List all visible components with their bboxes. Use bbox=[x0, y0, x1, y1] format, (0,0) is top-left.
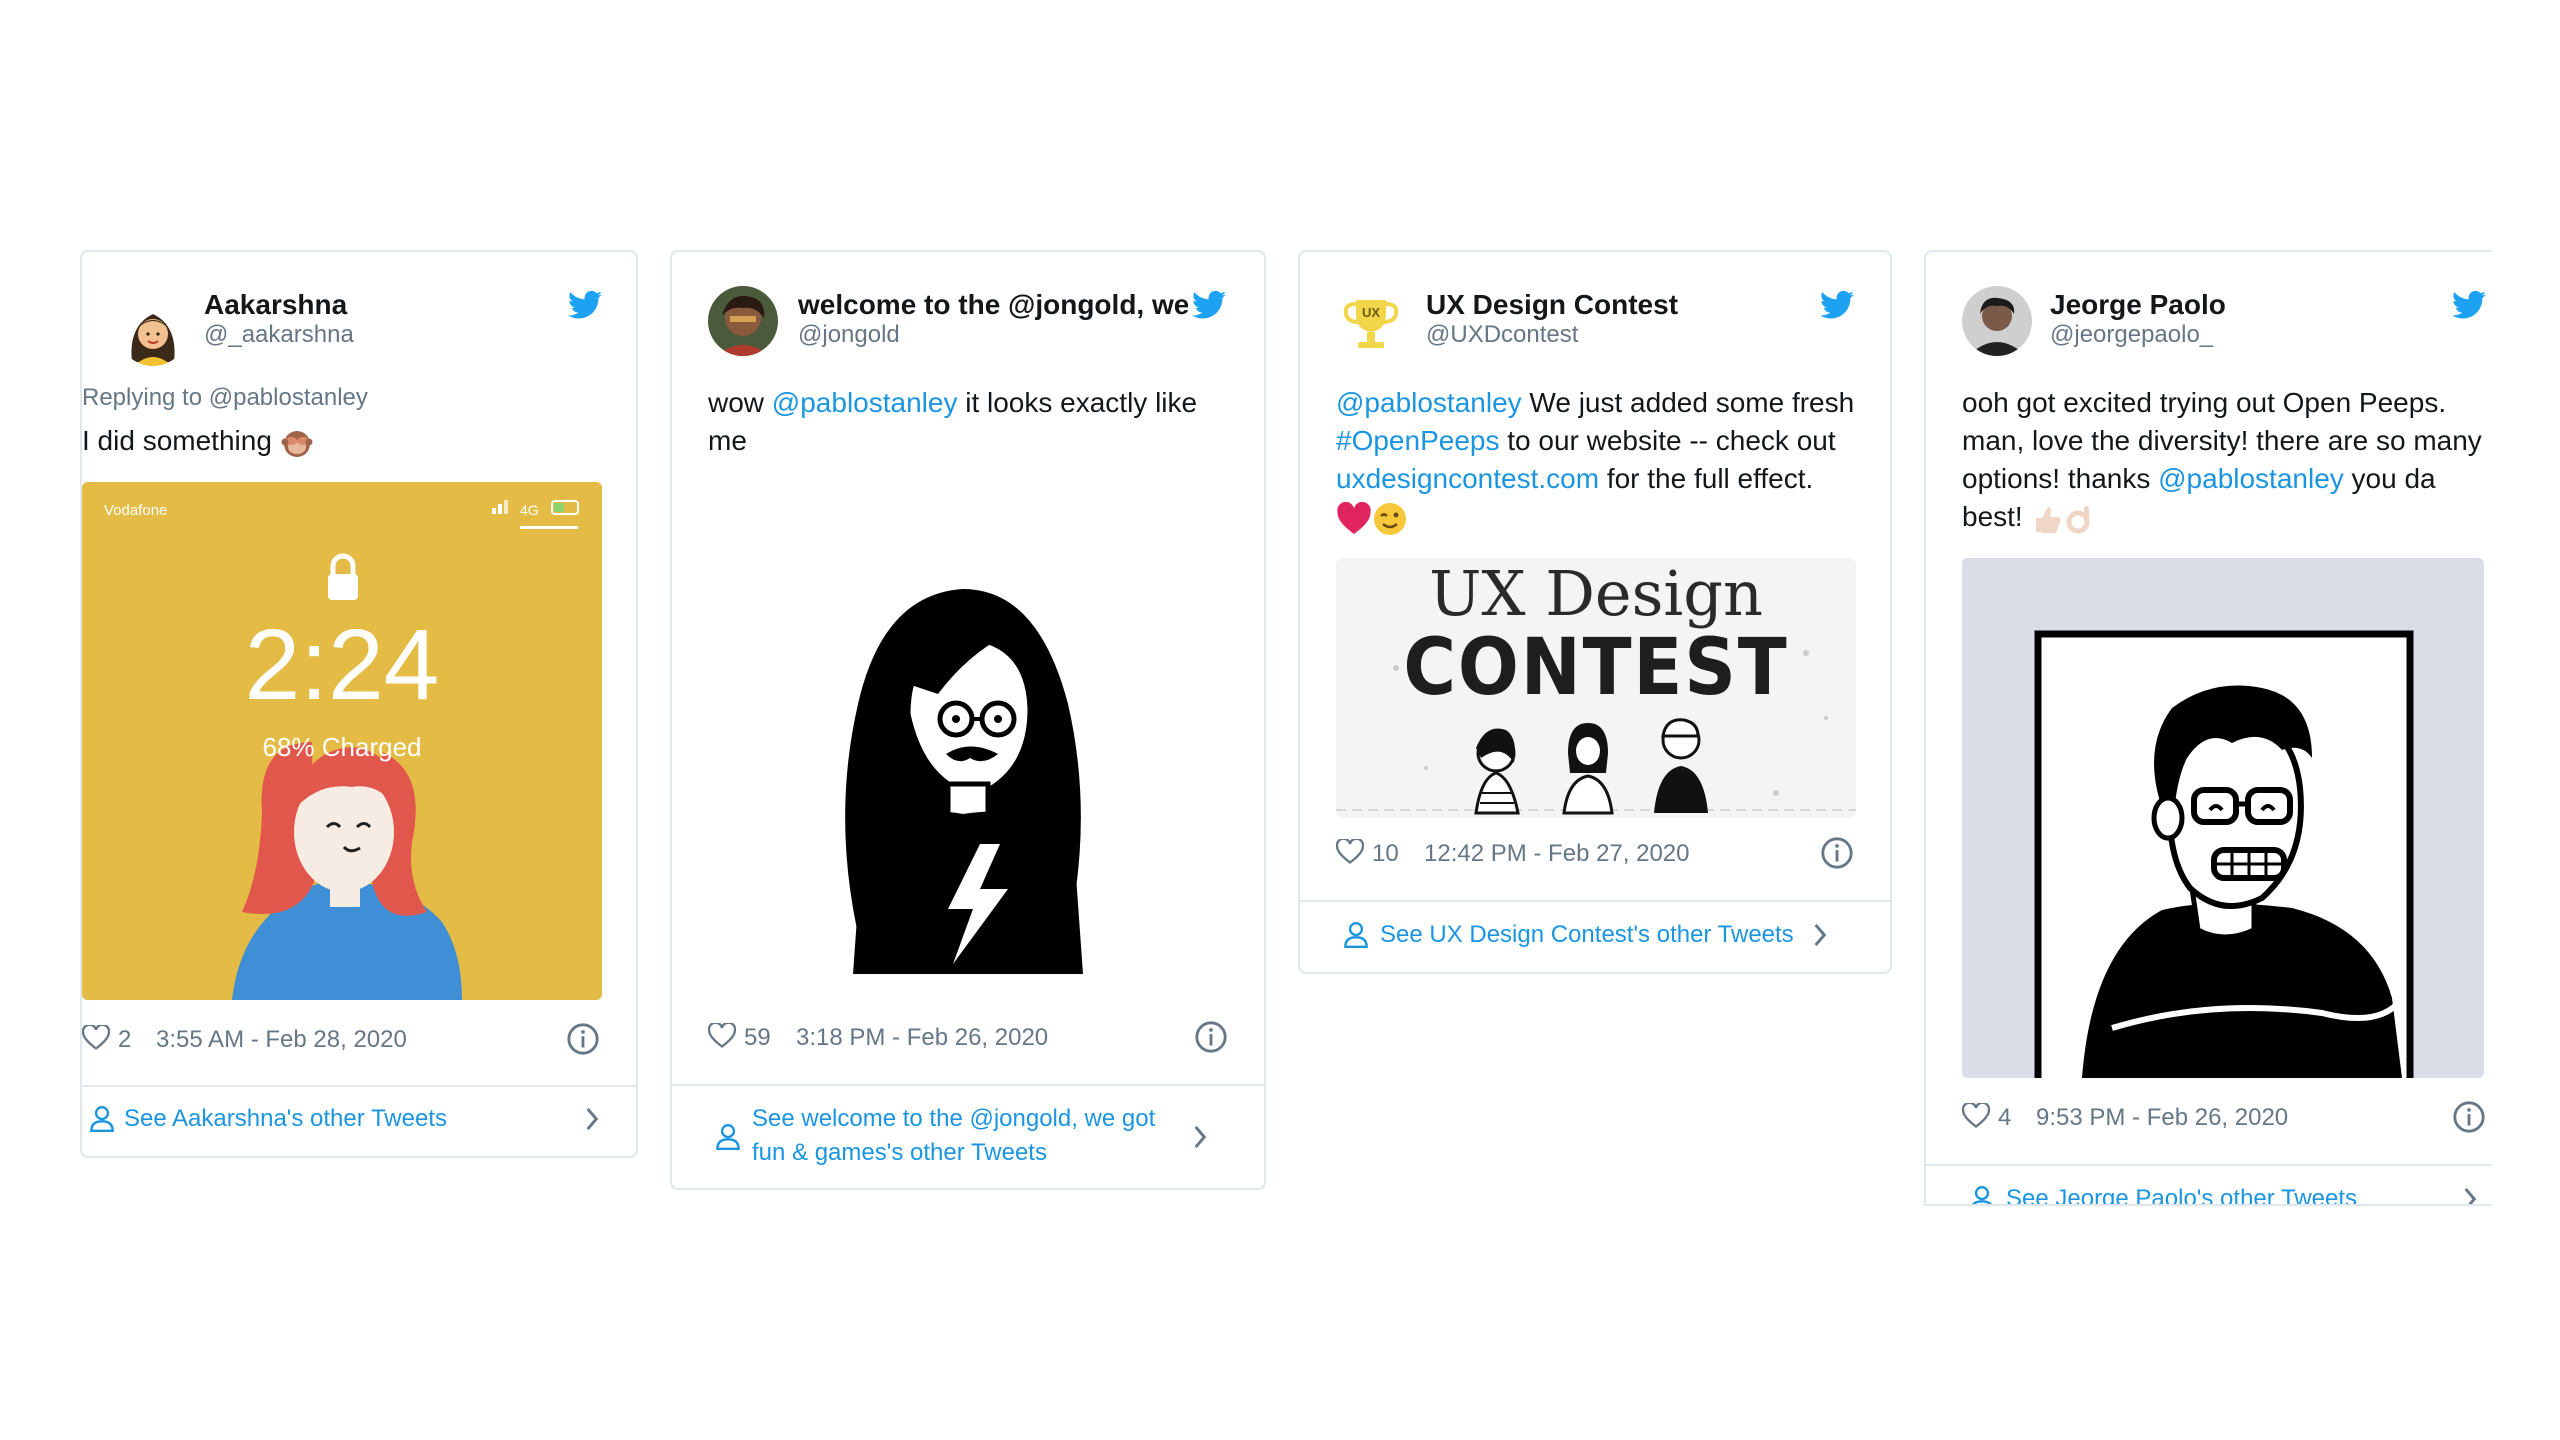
divider bbox=[1300, 900, 1890, 902]
tweet-header: Aakarshna @_aakarshna bbox=[82, 252, 636, 382]
network-label: 4G bbox=[520, 502, 539, 518]
see-other-tweets-label[interactable]: See Jeorge Paolo's other Tweets bbox=[2006, 1182, 2426, 1204]
like-count[interactable]: 2 bbox=[118, 1026, 131, 1054]
display-name[interactable]: welcome to the @jongold, we bbox=[798, 288, 1188, 322]
see-no-evil-monkey-emoji bbox=[281, 430, 313, 457]
display-name[interactable]: UX Design Contest bbox=[1426, 288, 1808, 322]
mention-link[interactable]: @pablostanley bbox=[2158, 463, 2344, 494]
tweet-card-aakarshna: Aakarshna @_aakarshna Replying to @pablo… bbox=[80, 250, 638, 1158]
banner-title-line2: CONTEST bbox=[1403, 623, 1789, 713]
mention-link[interactable]: @pablostanley bbox=[1336, 387, 1522, 418]
tweet-media-portrait[interactable] bbox=[1962, 558, 2484, 1078]
hashtag-link[interactable]: #OpenPeeps bbox=[1336, 425, 1499, 456]
chevron-right-icon[interactable] bbox=[2462, 1186, 2478, 1206]
avatar-label: UX bbox=[1361, 305, 1381, 320]
see-other-tweets-label[interactable]: See welcome to the @jongold, we got fun … bbox=[752, 1102, 1158, 1170]
timestamp[interactable]: 9:53 PM - Feb 26, 2020 bbox=[2036, 1104, 2288, 1132]
ok-hand-emoji bbox=[2066, 505, 2090, 534]
tweet-text-part: for the full effect. bbox=[1599, 463, 1814, 494]
heart-icon[interactable] bbox=[1962, 1103, 1990, 1129]
replying-to[interactable]: Replying to @pablostanley bbox=[82, 384, 368, 412]
info-icon[interactable] bbox=[1194, 1020, 1228, 1054]
carrier-label: Vodafone bbox=[104, 502, 168, 519]
info-icon[interactable] bbox=[566, 1022, 600, 1056]
tweet-text: ooh got excited trying out Open Peeps. m… bbox=[1962, 384, 2486, 536]
tweet-meta: 59 3:18 PM - Feb 26, 2020 bbox=[708, 1020, 1228, 1054]
tweet-text-part: to our website -- check out bbox=[1499, 425, 1836, 456]
info-icon[interactable] bbox=[1820, 836, 1854, 870]
like-count[interactable]: 59 bbox=[744, 1024, 771, 1052]
person-icon bbox=[1972, 1186, 1992, 1204]
tweet-media-lockscreen[interactable]: Vodafone 4G 2:24 68% Charged bbox=[82, 482, 602, 1000]
person-icon bbox=[1344, 922, 1368, 948]
tweet-text-part: wow bbox=[708, 387, 772, 418]
info-icon[interactable] bbox=[2452, 1100, 2486, 1134]
mention-link[interactable]: @pablostanley bbox=[772, 387, 958, 418]
avatar[interactable]: UX bbox=[1336, 286, 1406, 356]
user-handle[interactable]: @jeorgepaolo_ bbox=[2050, 320, 2213, 350]
tweet-meta: 2 3:55 AM - Feb 28, 2020 bbox=[82, 1022, 600, 1056]
see-other-tweets-label[interactable]: See Aakarshna's other Tweets bbox=[124, 1102, 540, 1136]
chevron-right-icon[interactable] bbox=[1192, 1124, 1208, 1150]
tweet-card-jongold: welcome to the @jongold, we @jongold wow… bbox=[670, 250, 1266, 1190]
lockscreen-time: 2:24 bbox=[244, 609, 440, 721]
thumbs-up-emoji bbox=[2036, 506, 2061, 533]
red-heart-emoji bbox=[1337, 501, 1371, 534]
like-count[interactable]: 10 bbox=[1372, 840, 1399, 868]
person-icon bbox=[90, 1106, 114, 1132]
display-name[interactable]: Jeorge Paolo bbox=[2050, 288, 2410, 322]
see-other-tweets-label[interactable]: See UX Design Contest's other Tweets bbox=[1380, 918, 1794, 952]
twitter-bird-icon[interactable] bbox=[1820, 290, 1854, 320]
tweet-text: wow @pablostanley it looks exactly like … bbox=[708, 384, 1228, 460]
avatar[interactable] bbox=[708, 286, 778, 356]
user-handle[interactable]: @UXDcontest bbox=[1426, 320, 1578, 350]
twitter-bird-icon[interactable] bbox=[1192, 290, 1226, 320]
timestamp[interactable]: 3:55 AM - Feb 28, 2020 bbox=[156, 1026, 407, 1054]
user-handle[interactable]: @jongold bbox=[798, 320, 900, 350]
tweet-media-peep[interactable] bbox=[708, 534, 1228, 984]
timestamp[interactable]: 3:18 PM - Feb 26, 2020 bbox=[796, 1024, 1048, 1052]
heart-icon[interactable] bbox=[82, 1025, 110, 1051]
tweet-card-jeorgepaolo: Jeorge Paolo @jeorgepaolo_ ooh got excit… bbox=[1924, 250, 2492, 1206]
tweet-header: UX UX Design Contest @UXDcontest bbox=[1300, 252, 1890, 382]
twitter-bird-icon[interactable] bbox=[568, 290, 602, 320]
person-icon bbox=[716, 1124, 740, 1150]
battery-charge-text: 68% Charged bbox=[262, 732, 422, 762]
tweet-text: I did something bbox=[82, 422, 314, 460]
heart-icon[interactable] bbox=[708, 1023, 736, 1049]
tweet-meta: 4 9:53 PM - Feb 26, 2020 bbox=[1962, 1100, 2486, 1134]
tweet-text-content: I did something bbox=[82, 425, 272, 456]
banner-title-line1: UX Design bbox=[1429, 558, 1763, 630]
display-name[interactable]: Aakarshna bbox=[204, 288, 554, 322]
tweet-text-part: We just added some fresh bbox=[1521, 387, 1855, 418]
tweet-text: @pablostanley We just added some fresh #… bbox=[1336, 384, 1866, 537]
avatar[interactable] bbox=[1962, 286, 2032, 356]
see-other-tweets-link[interactable]: See welcome to the @jongold, we got fun … bbox=[708, 1102, 1228, 1174]
timestamp[interactable]: 12:42 PM - Feb 27, 2020 bbox=[1424, 840, 1690, 868]
divider bbox=[1926, 1164, 2492, 1166]
heart-icon[interactable] bbox=[1336, 839, 1364, 865]
like-count[interactable]: 4 bbox=[1998, 1104, 2011, 1132]
tweet-meta: 10 12:42 PM - Feb 27, 2020 bbox=[1336, 836, 1854, 870]
tweet-header: Jeorge Paolo @jeorgepaolo_ bbox=[1926, 252, 2492, 382]
tweet-card-uxdcontest: UX UX Design Contest @UXDcontest @pablos… bbox=[1298, 250, 1892, 974]
url-link[interactable]: uxdesigncontest.com bbox=[1336, 463, 1599, 494]
tweet-media-contest-banner[interactable]: UX Design CONTEST bbox=[1336, 558, 1856, 818]
winking-face-emoji bbox=[1374, 502, 1406, 535]
twitter-bird-icon[interactable] bbox=[2452, 290, 2486, 320]
chevron-right-icon[interactable] bbox=[1812, 922, 1828, 948]
avatar[interactable] bbox=[118, 296, 188, 366]
user-handle[interactable]: @_aakarshna bbox=[204, 320, 354, 350]
chevron-right-icon[interactable] bbox=[584, 1106, 600, 1132]
divider bbox=[672, 1084, 1264, 1086]
divider bbox=[82, 1085, 636, 1087]
tweet-header: welcome to the @jongold, we @jongold bbox=[672, 252, 1264, 382]
